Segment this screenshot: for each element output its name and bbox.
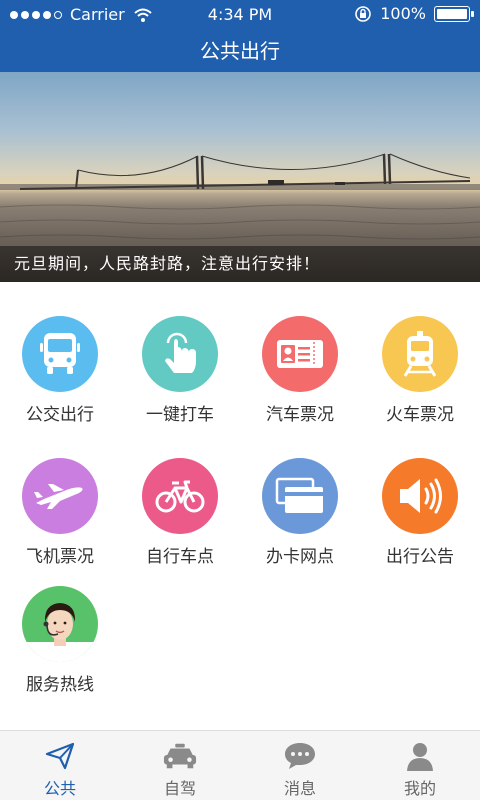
service-card-outlets[interactable]: 办卡网点 xyxy=(240,424,360,567)
tab-label: 自驾 xyxy=(163,779,196,798)
service-coach-ticket[interactable]: 汽车票况 xyxy=(240,282,360,425)
service-label: 服务热线 xyxy=(26,675,94,695)
person-icon xyxy=(403,741,437,771)
rotation-lock-icon xyxy=(355,5,372,22)
battery-percent: 100% xyxy=(380,4,426,23)
page-title: 公共出行 xyxy=(200,39,280,63)
train-icon xyxy=(382,316,458,392)
car-icon xyxy=(163,741,197,771)
tab-label: 公共 xyxy=(43,779,76,798)
tab-self-drive[interactable]: 自驾 xyxy=(120,731,240,801)
banner-caption: 元旦期间，人民路封路，注意出行安排！ xyxy=(0,246,480,282)
service-label: 公交出行 xyxy=(26,405,94,425)
service-label: 汽车票况 xyxy=(266,405,334,425)
paper-plane-icon xyxy=(43,741,77,771)
tab-messages[interactable]: 消息 xyxy=(240,731,360,801)
tab-mine[interactable]: 我的 xyxy=(360,731,480,801)
bicycle-icon xyxy=(142,458,218,534)
chat-bubble-icon xyxy=(283,741,317,771)
cards-icon xyxy=(262,458,338,534)
service-label: 自行车点 xyxy=(146,547,214,567)
banner-carousel[interactable]: 元旦期间，人民路封路，注意出行安排！ xyxy=(0,72,480,282)
service-bus[interactable]: 公交出行 xyxy=(0,282,120,425)
status-right: 100% xyxy=(354,4,474,23)
bus-icon xyxy=(22,316,98,392)
tab-label: 我的 xyxy=(403,779,436,798)
tab-public[interactable]: 公共 xyxy=(0,731,120,801)
tap-hand-icon xyxy=(142,316,218,392)
status-bar: Carrier 4:34 PM 100% xyxy=(0,0,480,30)
service-label: 一键打车 xyxy=(146,405,214,425)
service-notices[interactable]: 出行公告 xyxy=(360,424,480,567)
service-taxi[interactable]: 一键打车 xyxy=(120,282,240,425)
service-train-ticket[interactable]: 火车票况 xyxy=(360,282,480,425)
ticket-icon xyxy=(262,316,338,392)
airplane-icon xyxy=(22,458,98,534)
service-bicycle[interactable]: 自行车点 xyxy=(120,424,240,567)
nav-bar: 公共出行 xyxy=(0,30,480,72)
tab-bar: 公共 自驾 消息 我的 xyxy=(0,730,480,800)
service-label: 办卡网点 xyxy=(266,547,334,567)
service-label: 出行公告 xyxy=(386,547,454,567)
battery-icon xyxy=(434,5,474,22)
service-flight-ticket[interactable]: 飞机票况 xyxy=(0,424,120,567)
hotline-agent-icon xyxy=(22,586,98,662)
service-label: 火车票况 xyxy=(386,405,454,425)
tab-label: 消息 xyxy=(283,779,316,798)
service-hotline[interactable]: 服务热线 xyxy=(0,550,120,695)
speaker-icon xyxy=(382,458,458,534)
